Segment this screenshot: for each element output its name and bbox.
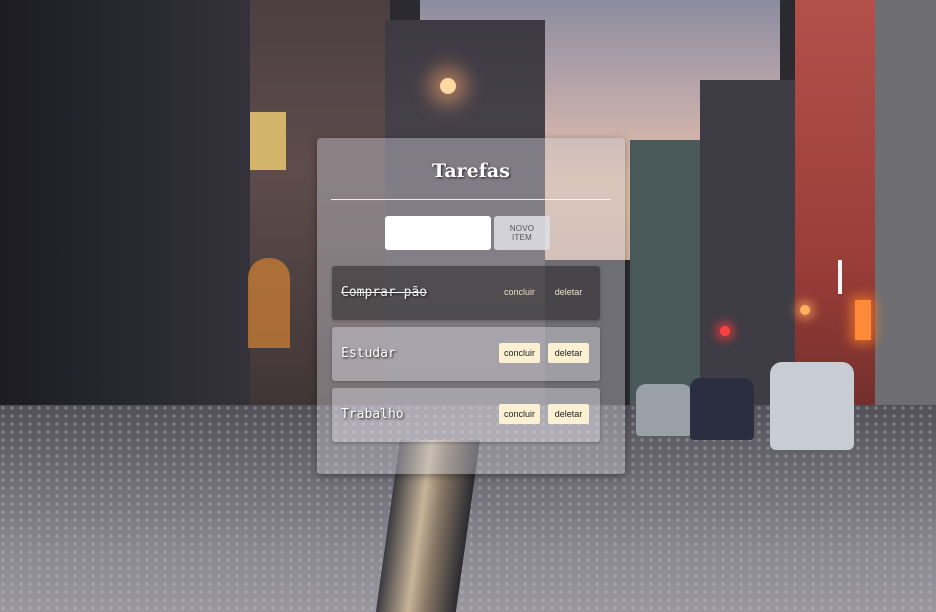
new-item-button[interactable]: NOVO ITEM	[494, 216, 550, 250]
title-divider	[331, 199, 611, 200]
new-item-input[interactable]	[385, 216, 491, 250]
task-item-trabalho: Trabalho concluir deletar	[332, 388, 600, 442]
sign-pole	[838, 260, 842, 294]
traffic-light	[720, 326, 730, 336]
task-list: Comprar pão concluir deletar Estudar con…	[332, 266, 600, 449]
parked-car	[690, 378, 754, 440]
task-label: Estudar	[341, 346, 396, 361]
complete-button[interactable]: concluir	[499, 404, 540, 424]
task-label: Comprar pão	[341, 285, 428, 300]
complete-button[interactable]: concluir	[499, 343, 540, 363]
delete-button[interactable]: deletar	[548, 404, 589, 424]
delete-button[interactable]: deletar	[548, 343, 589, 363]
building	[0, 0, 255, 420]
task-item-estudar: Estudar concluir deletar	[332, 327, 600, 381]
lit-doorway	[248, 258, 290, 348]
todo-card: Tarefas NOVO ITEM Comprar pão concluir d…	[317, 138, 625, 474]
app-title: Tarefas	[432, 160, 510, 182]
lit-window	[250, 112, 286, 170]
delete-button[interactable]: deletar	[548, 282, 589, 302]
shop-light	[855, 300, 871, 340]
street-lamp	[440, 78, 456, 94]
task-item-comprar-pao: Comprar pão concluir deletar	[332, 266, 600, 320]
complete-button[interactable]: concluir	[499, 282, 540, 302]
parked-car	[770, 362, 854, 450]
building	[875, 0, 936, 450]
shop-light	[800, 305, 810, 315]
parked-car	[636, 384, 692, 436]
task-label: Trabalho	[341, 407, 404, 422]
